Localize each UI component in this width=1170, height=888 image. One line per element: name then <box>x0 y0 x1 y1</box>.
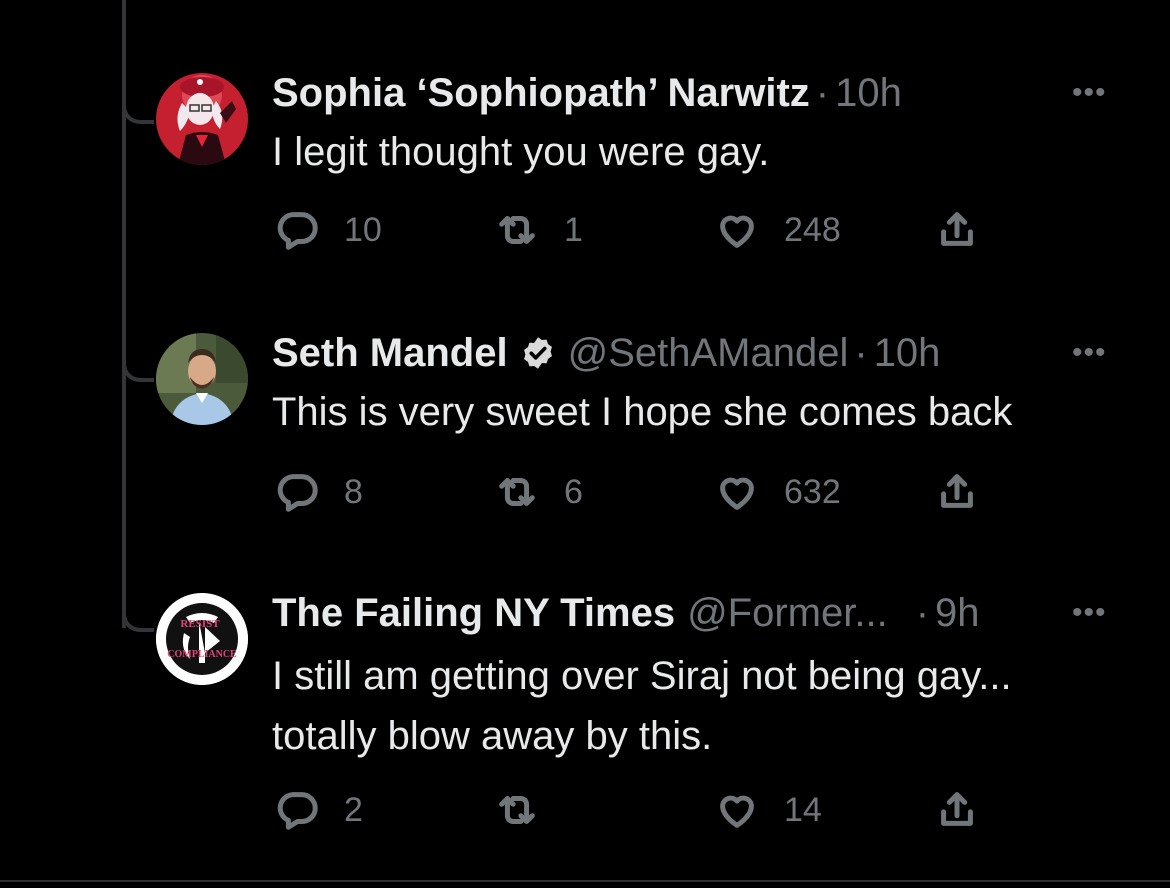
share-icon <box>941 792 973 826</box>
reply-icon <box>277 792 318 830</box>
share-button[interactable] <box>934 468 980 516</box>
retweet-button[interactable] <box>494 786 564 834</box>
tweet-header: Sophia ‘Sophiopath’ Narwitz · 10h <box>272 70 902 116</box>
tweet-header: Seth Mandel @SethAMandel · 10h <box>272 330 940 376</box>
like-button[interactable]: 248 <box>714 206 841 254</box>
reply-button[interactable]: 2 <box>274 786 363 834</box>
avatar-text-bottom: COMPLIANCE <box>167 649 237 660</box>
reply-button[interactable]: 8 <box>274 468 363 516</box>
like-count: 14 <box>784 790 822 829</box>
more-icon[interactable]: ••• <box>1072 70 1107 116</box>
separator-dot: · <box>854 330 868 375</box>
avatar[interactable] <box>156 73 248 165</box>
like-icon <box>720 477 754 510</box>
timestamp[interactable]: 10h <box>835 71 902 116</box>
retweet-count: 1 <box>564 210 583 249</box>
timestamp[interactable]: 10h <box>874 331 941 376</box>
tweet-text: I legit thought you were gay. <box>272 130 770 174</box>
thread-line <box>122 0 126 628</box>
avatar[interactable] <box>156 333 248 425</box>
thread-branch <box>122 608 154 632</box>
author-name[interactable]: Sophia ‘Sophiopath’ Narwitz <box>272 71 810 116</box>
like-count: 248 <box>784 210 841 249</box>
author-name[interactable]: The Failing NY Times <box>272 591 675 636</box>
avatar[interactable]: RESIST COMPLIANCE <box>156 593 248 685</box>
reply-count: 10 <box>344 210 382 249</box>
action-bar: 2 14 <box>272 786 992 834</box>
reply-icon <box>277 474 318 512</box>
avatar-text-top: RESIST <box>180 618 220 630</box>
like-button[interactable]: 14 <box>714 786 822 834</box>
share-button[interactable] <box>934 206 980 254</box>
retweet-icon <box>499 216 535 244</box>
like-icon <box>720 215 754 248</box>
tweet-text: This is very sweet I hope she comes back <box>272 390 1013 434</box>
share-button[interactable] <box>934 786 980 834</box>
action-bar: 10 1 248 <box>272 206 992 254</box>
retweet-icon <box>499 478 535 506</box>
thread-branch <box>122 100 154 124</box>
author-name[interactable]: Seth Mandel <box>272 331 508 376</box>
share-icon <box>941 474 973 508</box>
verified-badge-icon <box>523 337 552 369</box>
more-icon[interactable]: ••• <box>1072 590 1107 636</box>
author-handle[interactable]: @SethAMandel <box>568 331 849 376</box>
divider <box>0 880 1170 882</box>
separator-dot: · <box>915 590 930 635</box>
like-button[interactable]: 632 <box>714 468 841 516</box>
like-icon <box>720 795 754 828</box>
tweet-text: I still am getting over Siraj not being … <box>272 654 1012 758</box>
reply-count: 2 <box>344 790 363 829</box>
retweet-button[interactable]: 6 <box>494 468 583 516</box>
reply-count: 8 <box>344 472 363 511</box>
thread-branch <box>122 358 154 382</box>
author-handle[interactable]: @Former... <box>687 591 888 636</box>
timestamp[interactable]: 9h <box>935 591 980 636</box>
retweet-icon <box>499 796 535 824</box>
reply-button[interactable]: 10 <box>274 206 382 254</box>
action-bar: 8 6 632 <box>272 468 992 516</box>
separator-dot: · <box>815 70 830 115</box>
tweet-header: The Failing NY Times @Former... · 9h <box>272 590 980 636</box>
more-icon[interactable]: ••• <box>1072 330 1107 376</box>
reply-icon <box>277 212 318 250</box>
share-icon <box>941 212 973 246</box>
like-count: 632 <box>784 472 841 511</box>
retweet-button[interactable]: 1 <box>494 206 583 254</box>
retweet-count: 6 <box>564 472 583 511</box>
